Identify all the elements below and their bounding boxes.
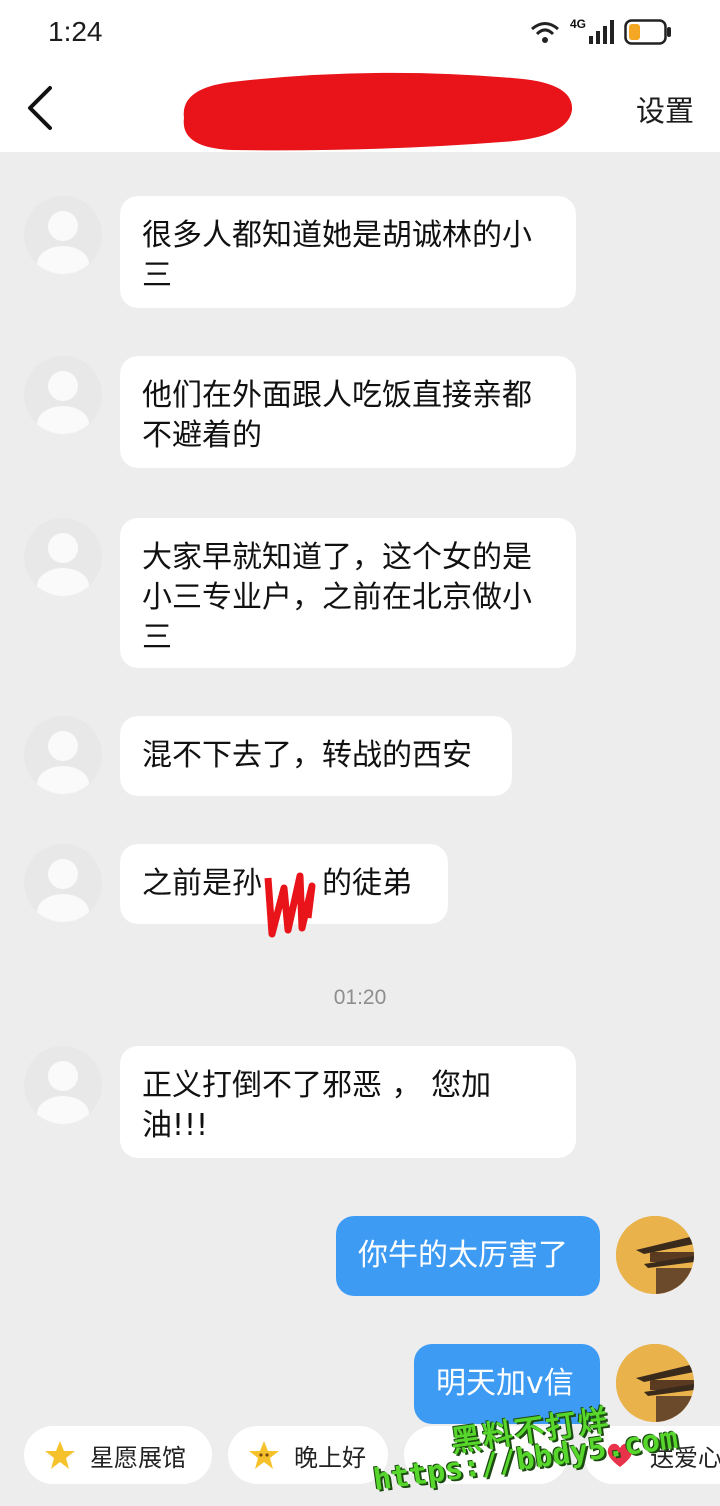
default-avatar-icon	[37, 859, 89, 922]
pagoda-avatar-icon	[616, 1216, 694, 1294]
message-text-part2: 的徒弟	[322, 866, 412, 901]
message-text-part1: 之前是孙	[142, 866, 262, 901]
contact-avatar[interactable]	[24, 1046, 102, 1124]
signal-icon	[589, 20, 614, 44]
message-bubble-outgoing[interactable]: 明天加v信	[414, 1344, 600, 1424]
message-bubble-incoming[interactable]: 正义打倒不了邪恶 ， 您加油!!!	[120, 1046, 576, 1158]
default-avatar-icon	[37, 731, 89, 794]
quick-reply-label: 送爱心	[650, 1443, 720, 1472]
default-avatar-icon	[37, 211, 89, 274]
default-avatar-icon	[37, 533, 89, 596]
chevron-left-icon	[28, 86, 52, 130]
contact-avatar[interactable]	[24, 716, 102, 794]
name-redaction	[264, 872, 316, 938]
my-avatar[interactable]	[616, 1344, 694, 1422]
message-text: 正义打倒不了邪恶 ， 您加油!!!	[142, 1068, 492, 1143]
star-icon	[45, 1441, 75, 1469]
message-bubble-incoming[interactable]: 之前是孙 的徒弟	[120, 844, 448, 938]
message-text: 大家早就知道了，这个女的是小三专业户，之前在北京做小三	[142, 540, 532, 655]
heart-icon	[607, 1443, 633, 1467]
quick-reply-chip[interactable]: 星愿展馆	[24, 1426, 212, 1484]
contact-avatar[interactable]	[24, 196, 102, 274]
quick-reply-chip[interactable]	[404, 1426, 568, 1484]
chat-area[interactable]: 很多人都知道她是胡诚林的小三 他们在外面跟人吃饭直接亲都不避着的 大家早就知道了…	[0, 152, 720, 1506]
status-bar: 1:24 4G	[0, 0, 720, 62]
star-face-icon	[249, 1441, 279, 1469]
quick-reply-chip[interactable]: 送爱心	[584, 1426, 720, 1484]
default-avatar-icon	[37, 371, 89, 434]
default-avatar-icon	[37, 1061, 89, 1124]
chat-timestamp: 01:20	[333, 986, 387, 1009]
status-icons: 4G	[530, 17, 672, 46]
back-button[interactable]	[22, 80, 72, 136]
message-bubble-incoming[interactable]: 大家早就知道了，这个女的是小三专业户，之前在北京做小三	[120, 518, 576, 668]
message-text: 混不下去了，转战的西安	[142, 738, 472, 773]
message-bubble-incoming[interactable]: 混不下去了，转战的西安	[120, 716, 512, 796]
chat-header: 设置	[0, 62, 720, 152]
quick-reply-label: 晚上好	[294, 1443, 366, 1472]
message-text: 明天加v信	[436, 1366, 574, 1401]
message-bubble-incoming[interactable]: 他们在外面跟人吃饭直接亲都不避着的	[120, 356, 576, 468]
message-text: 你牛的太厉害了	[358, 1238, 568, 1273]
battery-icon	[624, 19, 671, 45]
message-bubble-outgoing[interactable]: 你牛的太厉害了	[336, 1216, 600, 1296]
contact-avatar[interactable]	[24, 844, 102, 922]
quick-reply-label: 星愿展馆	[90, 1443, 186, 1472]
message-text: 很多人都知道她是胡诚林的小三	[142, 218, 532, 293]
message-bubble-incoming[interactable]: 很多人都知道她是胡诚林的小三	[120, 196, 576, 308]
message-text: 他们在外面跟人吃饭直接亲都不避着的	[142, 378, 532, 453]
settings-button[interactable]: 设置	[636, 88, 694, 130]
quick-reply-chip[interactable]: 晚上好	[228, 1426, 388, 1484]
wifi-icon	[531, 22, 559, 43]
network-label: 4G	[569, 17, 586, 31]
status-time: 1:24	[48, 16, 103, 47]
contact-avatar[interactable]	[24, 518, 102, 596]
pagoda-avatar-icon	[616, 1344, 694, 1422]
redacted-name	[262, 864, 322, 938]
title-redaction	[183, 72, 573, 151]
contact-avatar[interactable]	[24, 356, 102, 434]
quick-reply-bar: 星愿展馆 晚上好 送爱心	[0, 1418, 720, 1506]
my-avatar[interactable]	[616, 1216, 694, 1294]
